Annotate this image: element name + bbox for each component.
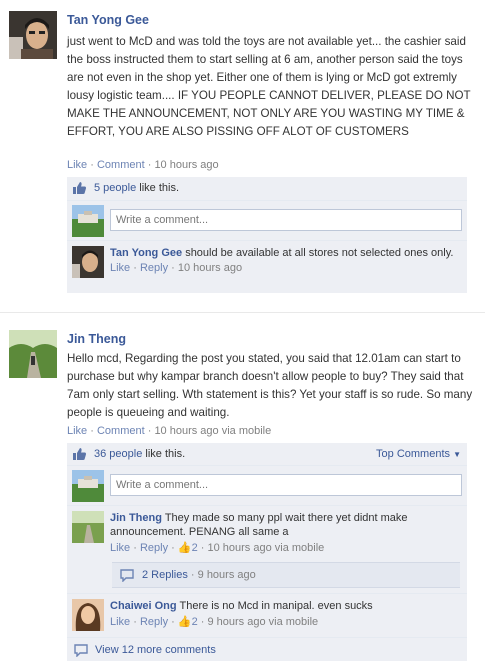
avatar-photo-icon	[9, 11, 57, 59]
post-author[interactable]: Tan Yong Gee	[67, 13, 149, 27]
thumbs-up-icon	[72, 181, 87, 195]
thumbs-up-icon	[72, 447, 87, 461]
viewer-avatar	[72, 470, 104, 502]
replies-summary: 2 Replies · 9 hours ago	[142, 569, 256, 581]
feedback-box: 5 people like this. Write a comment... T…	[67, 177, 467, 293]
likes-summary: 36 people like this.	[94, 448, 185, 460]
comment-input[interactable]: Write a comment...	[110, 474, 462, 496]
commenter-avatar[interactable]	[72, 599, 104, 631]
replies-link[interactable]: 2 Replies	[142, 569, 188, 581]
commenter-avatar[interactable]	[72, 246, 104, 278]
comment-reply-link[interactable]: Reply	[140, 542, 168, 554]
post-actions: Like · Comment · 10 hours ago via mobile	[67, 425, 272, 437]
replies-bar[interactable]: 2 Replies · 9 hours ago	[112, 562, 460, 588]
likes-row: 5 people like this.	[67, 177, 467, 200]
replies-timestamp: 9 hours ago	[197, 569, 256, 581]
comment-link[interactable]: Comment	[97, 425, 145, 437]
post-message: just went to McD and was told the toys a…	[67, 35, 471, 138]
comment-text: should be available at all stores not se…	[185, 247, 454, 259]
comment-timestamp[interactable]: 10 hours ago	[178, 262, 242, 274]
post-jin-theng: Jin Theng Hello mcd, Regarding the post …	[0, 320, 485, 671]
comment-text-line: Tan Yong Gee should be available at all …	[110, 246, 460, 260]
post-author[interactable]: Jin Theng	[67, 332, 126, 346]
post-actions: Like · Comment · 10 hours ago	[67, 159, 219, 171]
author-avatar[interactable]	[9, 330, 57, 378]
comment-text: There is no Mcd in manipal. even sucks	[179, 600, 373, 612]
comment-body: Chaiwei Ong There is no Mcd in manipal. …	[110, 599, 460, 628]
post-message: Hello mcd, Regarding the post you stated…	[67, 352, 473, 419]
comment-like-link[interactable]: Like	[110, 542, 130, 554]
likes-summary: 5 people like this.	[94, 182, 179, 194]
comment-actions: Like · Reply · 10 hours ago	[110, 262, 243, 274]
comment-like-count[interactable]: 2	[192, 616, 198, 628]
view-more-comments-link[interactable]: View 12 more comments	[95, 644, 216, 656]
comment-like-link[interactable]: Like	[110, 616, 130, 628]
comment-text-line: Chaiwei Ong There is no Mcd in manipal. …	[110, 599, 460, 613]
avatar-photo-icon	[9, 330, 57, 378]
write-comment-row: Write a comment...	[67, 465, 467, 505]
write-comment-row: Write a comment...	[67, 200, 467, 240]
comment-body: Tan Yong Gee should be available at all …	[110, 246, 460, 274]
avatar-photo-icon	[72, 599, 104, 631]
top-comments-dropdown[interactable]: Top Comments ▼	[376, 448, 461, 460]
likes-row: 36 people like this. Top Comments ▼	[67, 443, 467, 465]
comment-body: Jin Theng They made so many ppl wait the…	[110, 511, 460, 554]
speech-bubble-icon	[120, 569, 134, 585]
like-link[interactable]: Like	[67, 425, 87, 437]
likes-count-link[interactable]: 36 people	[94, 448, 142, 460]
comment-input[interactable]: Write a comment...	[110, 209, 462, 231]
comment-author[interactable]: Jin Theng	[110, 512, 162, 524]
feedback-box: 36 people like this. Top Comments ▼ Writ…	[67, 443, 467, 661]
comment-actions: Like · Reply · 👍2 · 9 hours ago via mobi…	[110, 616, 319, 628]
speech-bubble-icon	[74, 644, 88, 660]
comment-author[interactable]: Chaiwei Ong	[110, 600, 177, 612]
comment-reply-link[interactable]: Reply	[140, 616, 168, 628]
avatar-photo-icon	[72, 511, 104, 543]
comment-like-count[interactable]: 2	[192, 542, 198, 554]
comment-actions: Like · Reply · 👍2 · 10 hours ago via mob…	[110, 542, 325, 554]
author-avatar[interactable]	[9, 11, 57, 59]
likes-suffix: like this.	[139, 182, 180, 194]
comment-like-link[interactable]: Like	[110, 262, 130, 274]
likes-suffix: like this.	[145, 448, 186, 460]
chevron-down-icon: ▼	[453, 450, 461, 459]
comment-link[interactable]: Comment	[97, 159, 145, 171]
post-tan-yong-gee: Tan Yong Gee just went to McD and was to…	[0, 0, 485, 310]
landscape-avatar-icon	[72, 205, 104, 237]
comment-author[interactable]: Tan Yong Gee	[110, 247, 182, 259]
comment-reply-link[interactable]: Reply	[140, 262, 168, 274]
post-divider	[0, 312, 485, 313]
post-timestamp[interactable]: 10 hours ago via mobile	[154, 425, 271, 437]
top-comments-label: Top Comments	[376, 448, 451, 460]
likes-count-link[interactable]: 5 people	[94, 182, 136, 194]
comment-timestamp[interactable]: 10 hours ago via mobile	[207, 542, 324, 554]
comment-row: Chaiwei Ong There is no Mcd in manipal. …	[67, 593, 467, 637]
commenter-avatar[interactable]	[72, 511, 104, 543]
thumbs-up-icon: 👍	[177, 542, 192, 554]
view-more-row[interactable]: View 12 more comments	[67, 637, 467, 661]
comment-timestamp[interactable]: 9 hours ago via mobile	[207, 616, 318, 628]
comment-row: Tan Yong Gee should be available at all …	[67, 240, 467, 293]
like-link[interactable]: Like	[67, 159, 87, 171]
landscape-avatar-icon	[72, 470, 104, 502]
thumbs-up-icon: 👍	[177, 616, 192, 628]
post-timestamp[interactable]: 10 hours ago	[154, 159, 218, 171]
avatar-photo-icon	[72, 246, 104, 278]
viewer-avatar	[72, 205, 104, 237]
comment-text-line: Jin Theng They made so many ppl wait the…	[110, 511, 460, 539]
comment-row: Jin Theng They made so many ppl wait the…	[67, 505, 467, 593]
